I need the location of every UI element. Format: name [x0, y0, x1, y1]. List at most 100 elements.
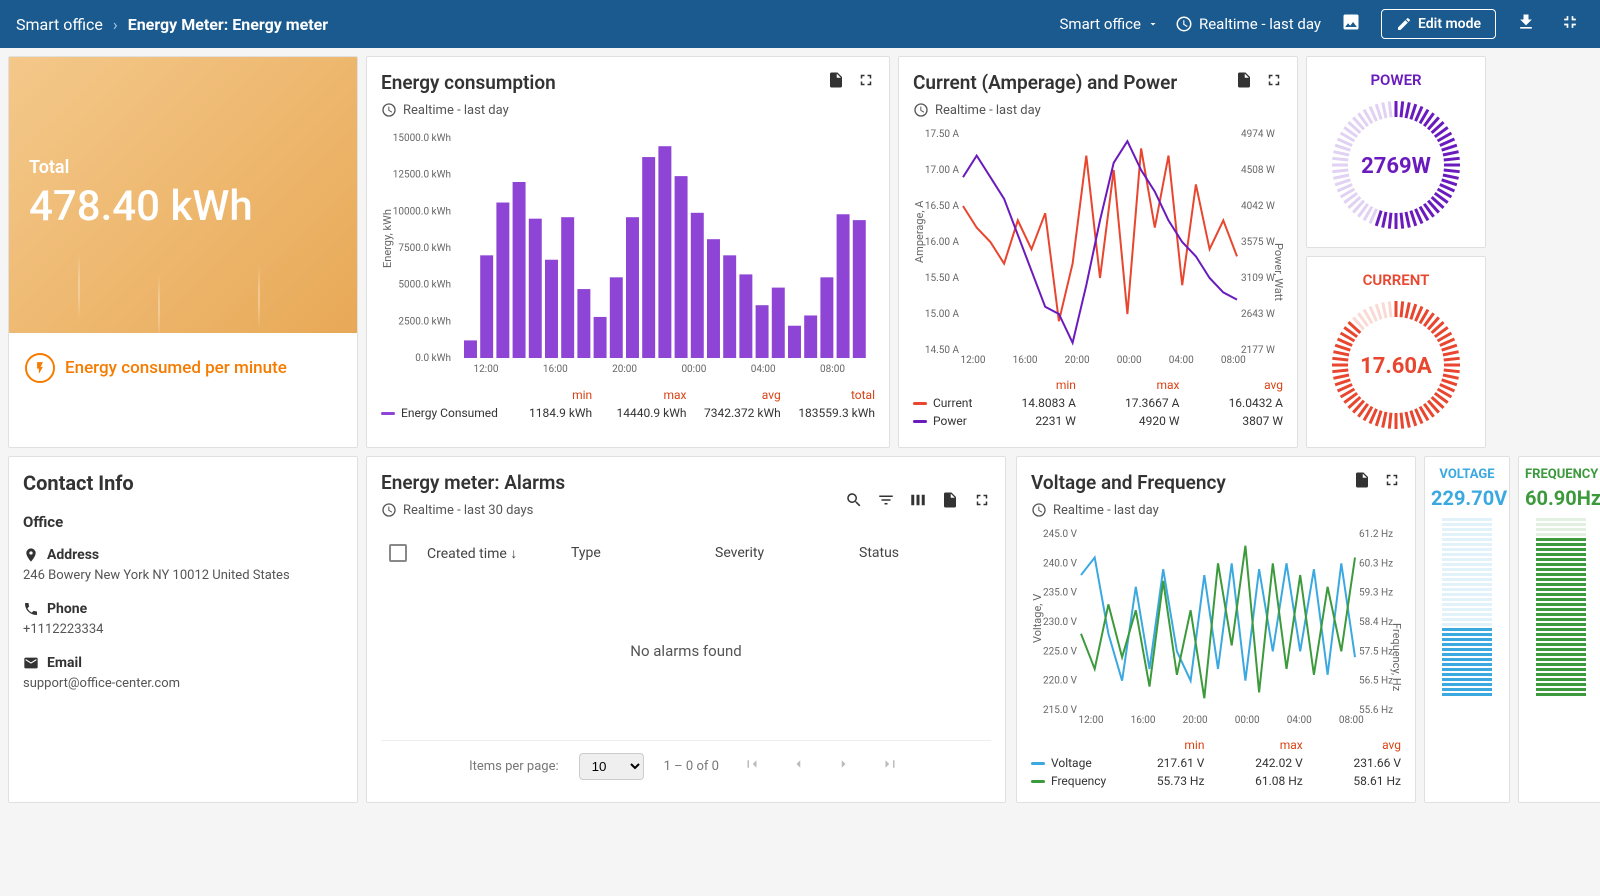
columns-icon[interactable] [909, 491, 927, 509]
svg-text:Energy, kWh: Energy, kWh [381, 209, 394, 268]
svg-text:20:00: 20:00 [1183, 715, 1208, 726]
svg-text:04:00: 04:00 [751, 364, 776, 375]
svg-text:215.0 V: 215.0 V [1043, 705, 1078, 716]
voltage-bargauge-card: VOLTAGE 229.70V [1424, 456, 1510, 803]
fullscreen-exit-button[interactable] [1556, 8, 1584, 40]
svg-text:08:00: 08:00 [820, 364, 845, 375]
fullscreen-icon[interactable] [973, 491, 991, 509]
pencil-icon [1396, 16, 1412, 32]
total-hero-image: Total 478.40 kWh [9, 57, 357, 333]
realtime-label[interactable]: Realtime - last day [1031, 502, 1401, 518]
export-data-icon[interactable] [941, 491, 959, 509]
svg-text:12:00: 12:00 [1079, 715, 1104, 726]
col-status[interactable]: Status [859, 545, 983, 561]
export-data-icon[interactable] [1235, 71, 1253, 89]
svg-text:17.60A: 17.60A [1360, 354, 1432, 379]
realtime-label[interactable]: Realtime - last 30 days [381, 502, 565, 518]
alarms-card: Energy meter: Alarms Realtime - last 30 … [366, 456, 1006, 803]
contact-subhead: Office [23, 513, 343, 531]
col-severity[interactable]: Severity [715, 545, 839, 561]
chevron-down-icon [1147, 18, 1159, 30]
contact-address: 246 Bowery New York NY 10012 United Stat… [23, 567, 343, 585]
svg-text:4974 W: 4974 W [1241, 129, 1275, 140]
breadcrumb-current: Energy Meter: Energy meter [128, 15, 328, 34]
search-icon[interactable] [845, 491, 863, 509]
svg-text:14.50 A: 14.50 A [925, 345, 960, 356]
energy-consumption-chart: 0.0 kWh2500.0 kWh5000.0 kWh7500.0 kWh100… [381, 128, 877, 378]
svg-text:17.00 A: 17.00 A [925, 165, 960, 176]
dashboard-select[interactable]: Smart office [1060, 15, 1159, 33]
sort-down-icon: ↓ [510, 546, 517, 562]
svg-text:16.50 A: 16.50 A [925, 201, 960, 212]
next-page-button[interactable] [831, 751, 857, 781]
col-created[interactable]: Created time ↓ [427, 545, 551, 562]
edit-mode-button[interactable]: Edit mode [1381, 9, 1496, 39]
current-gauge: 17.60A [1321, 293, 1471, 433]
contact-email: support@office-center.com [23, 675, 343, 693]
fullscreen-icon[interactable] [1383, 471, 1401, 489]
svg-text:225.0 V: 225.0 V [1043, 646, 1078, 657]
svg-text:3109 W: 3109 W [1241, 273, 1275, 284]
svg-text:61.2 Hz: 61.2 Hz [1359, 529, 1393, 540]
power-gauge-card: POWER 2769W [1306, 56, 1486, 248]
fullscreen-icon[interactable] [1265, 71, 1283, 89]
prev-page-button[interactable] [785, 751, 811, 781]
contact-phone: +1112223334 [23, 621, 343, 639]
svg-text:3575 W: 3575 W [1241, 237, 1275, 248]
fullscreen-icon[interactable] [857, 71, 875, 89]
svg-text:08:00: 08:00 [1221, 355, 1246, 366]
svg-text:04:00: 04:00 [1169, 355, 1194, 366]
gauge-title: POWER [1321, 71, 1471, 89]
no-alarms-message: No alarms found [381, 572, 991, 730]
clock-icon [381, 102, 397, 118]
app-header: Smart office › Energy Meter: Energy mete… [0, 0, 1600, 48]
svg-text:2769W: 2769W [1361, 154, 1431, 179]
svg-text:7500.0 kWh: 7500.0 kWh [398, 243, 451, 254]
svg-text:220.0 V: 220.0 V [1043, 676, 1078, 687]
svg-text:12:00: 12:00 [474, 364, 499, 375]
export-data-icon[interactable] [1353, 471, 1371, 489]
last-page-button[interactable] [877, 751, 903, 781]
svg-text:20:00: 20:00 [612, 364, 637, 375]
filter-icon[interactable] [877, 491, 895, 509]
contact-info-card: Contact Info Office Address 246 Bowery N… [8, 456, 358, 803]
total-value: 478.40 kWh [29, 182, 337, 231]
svg-text:00:00: 00:00 [1235, 715, 1260, 726]
timewindow-select[interactable]: Realtime - last day [1175, 15, 1321, 33]
current-gauge-card: CURRENT 17.60A [1306, 256, 1486, 448]
breadcrumb: Smart office › Energy Meter: Energy mete… [16, 15, 328, 34]
voltage-frequency-card: Voltage and Frequency Realtime - last da… [1016, 456, 1416, 803]
card-title: Energy consumption [381, 71, 875, 94]
chevron-right-icon: › [113, 15, 118, 34]
svg-text:16:00: 16:00 [1013, 355, 1038, 366]
svg-text:12:00: 12:00 [961, 355, 986, 366]
svg-text:57.5 Hz: 57.5 Hz [1359, 646, 1393, 657]
export-image-button[interactable] [1337, 8, 1365, 40]
breadcrumb-root[interactable]: Smart office [16, 15, 103, 34]
svg-text:16:00: 16:00 [1131, 715, 1156, 726]
email-icon [23, 655, 39, 671]
select-all-checkbox[interactable] [389, 544, 407, 562]
page-size-select[interactable]: 10 [579, 753, 644, 780]
col-type[interactable]: Type [571, 545, 695, 561]
total-label: Total [29, 157, 337, 178]
svg-text:56.5 Hz: 56.5 Hz [1359, 676, 1393, 687]
svg-text:Frequency, Hz: Frequency, Hz [1390, 623, 1403, 692]
first-page-button[interactable] [739, 751, 765, 781]
svg-text:16:00: 16:00 [543, 364, 568, 375]
svg-text:15000.0 kWh: 15000.0 kWh [393, 133, 451, 144]
page-range: 1 – 0 of 0 [664, 759, 719, 774]
download-button[interactable] [1512, 8, 1540, 40]
clock-icon [381, 502, 397, 518]
svg-text:10000.0 kWh: 10000.0 kWh [393, 206, 451, 217]
svg-text:00:00: 00:00 [1117, 355, 1142, 366]
svg-text:Voltage, V: Voltage, V [1031, 594, 1044, 643]
gauge-title: CURRENT [1321, 271, 1471, 289]
voltage-bars [1431, 518, 1503, 696]
realtime-label[interactable]: Realtime - last day [913, 102, 1283, 118]
svg-text:2643 W: 2643 W [1241, 309, 1275, 320]
contact-title: Contact Info [23, 471, 343, 495]
export-data-icon[interactable] [827, 71, 845, 89]
svg-text:00:00: 00:00 [681, 364, 706, 375]
realtime-label[interactable]: Realtime - last day [381, 102, 875, 118]
